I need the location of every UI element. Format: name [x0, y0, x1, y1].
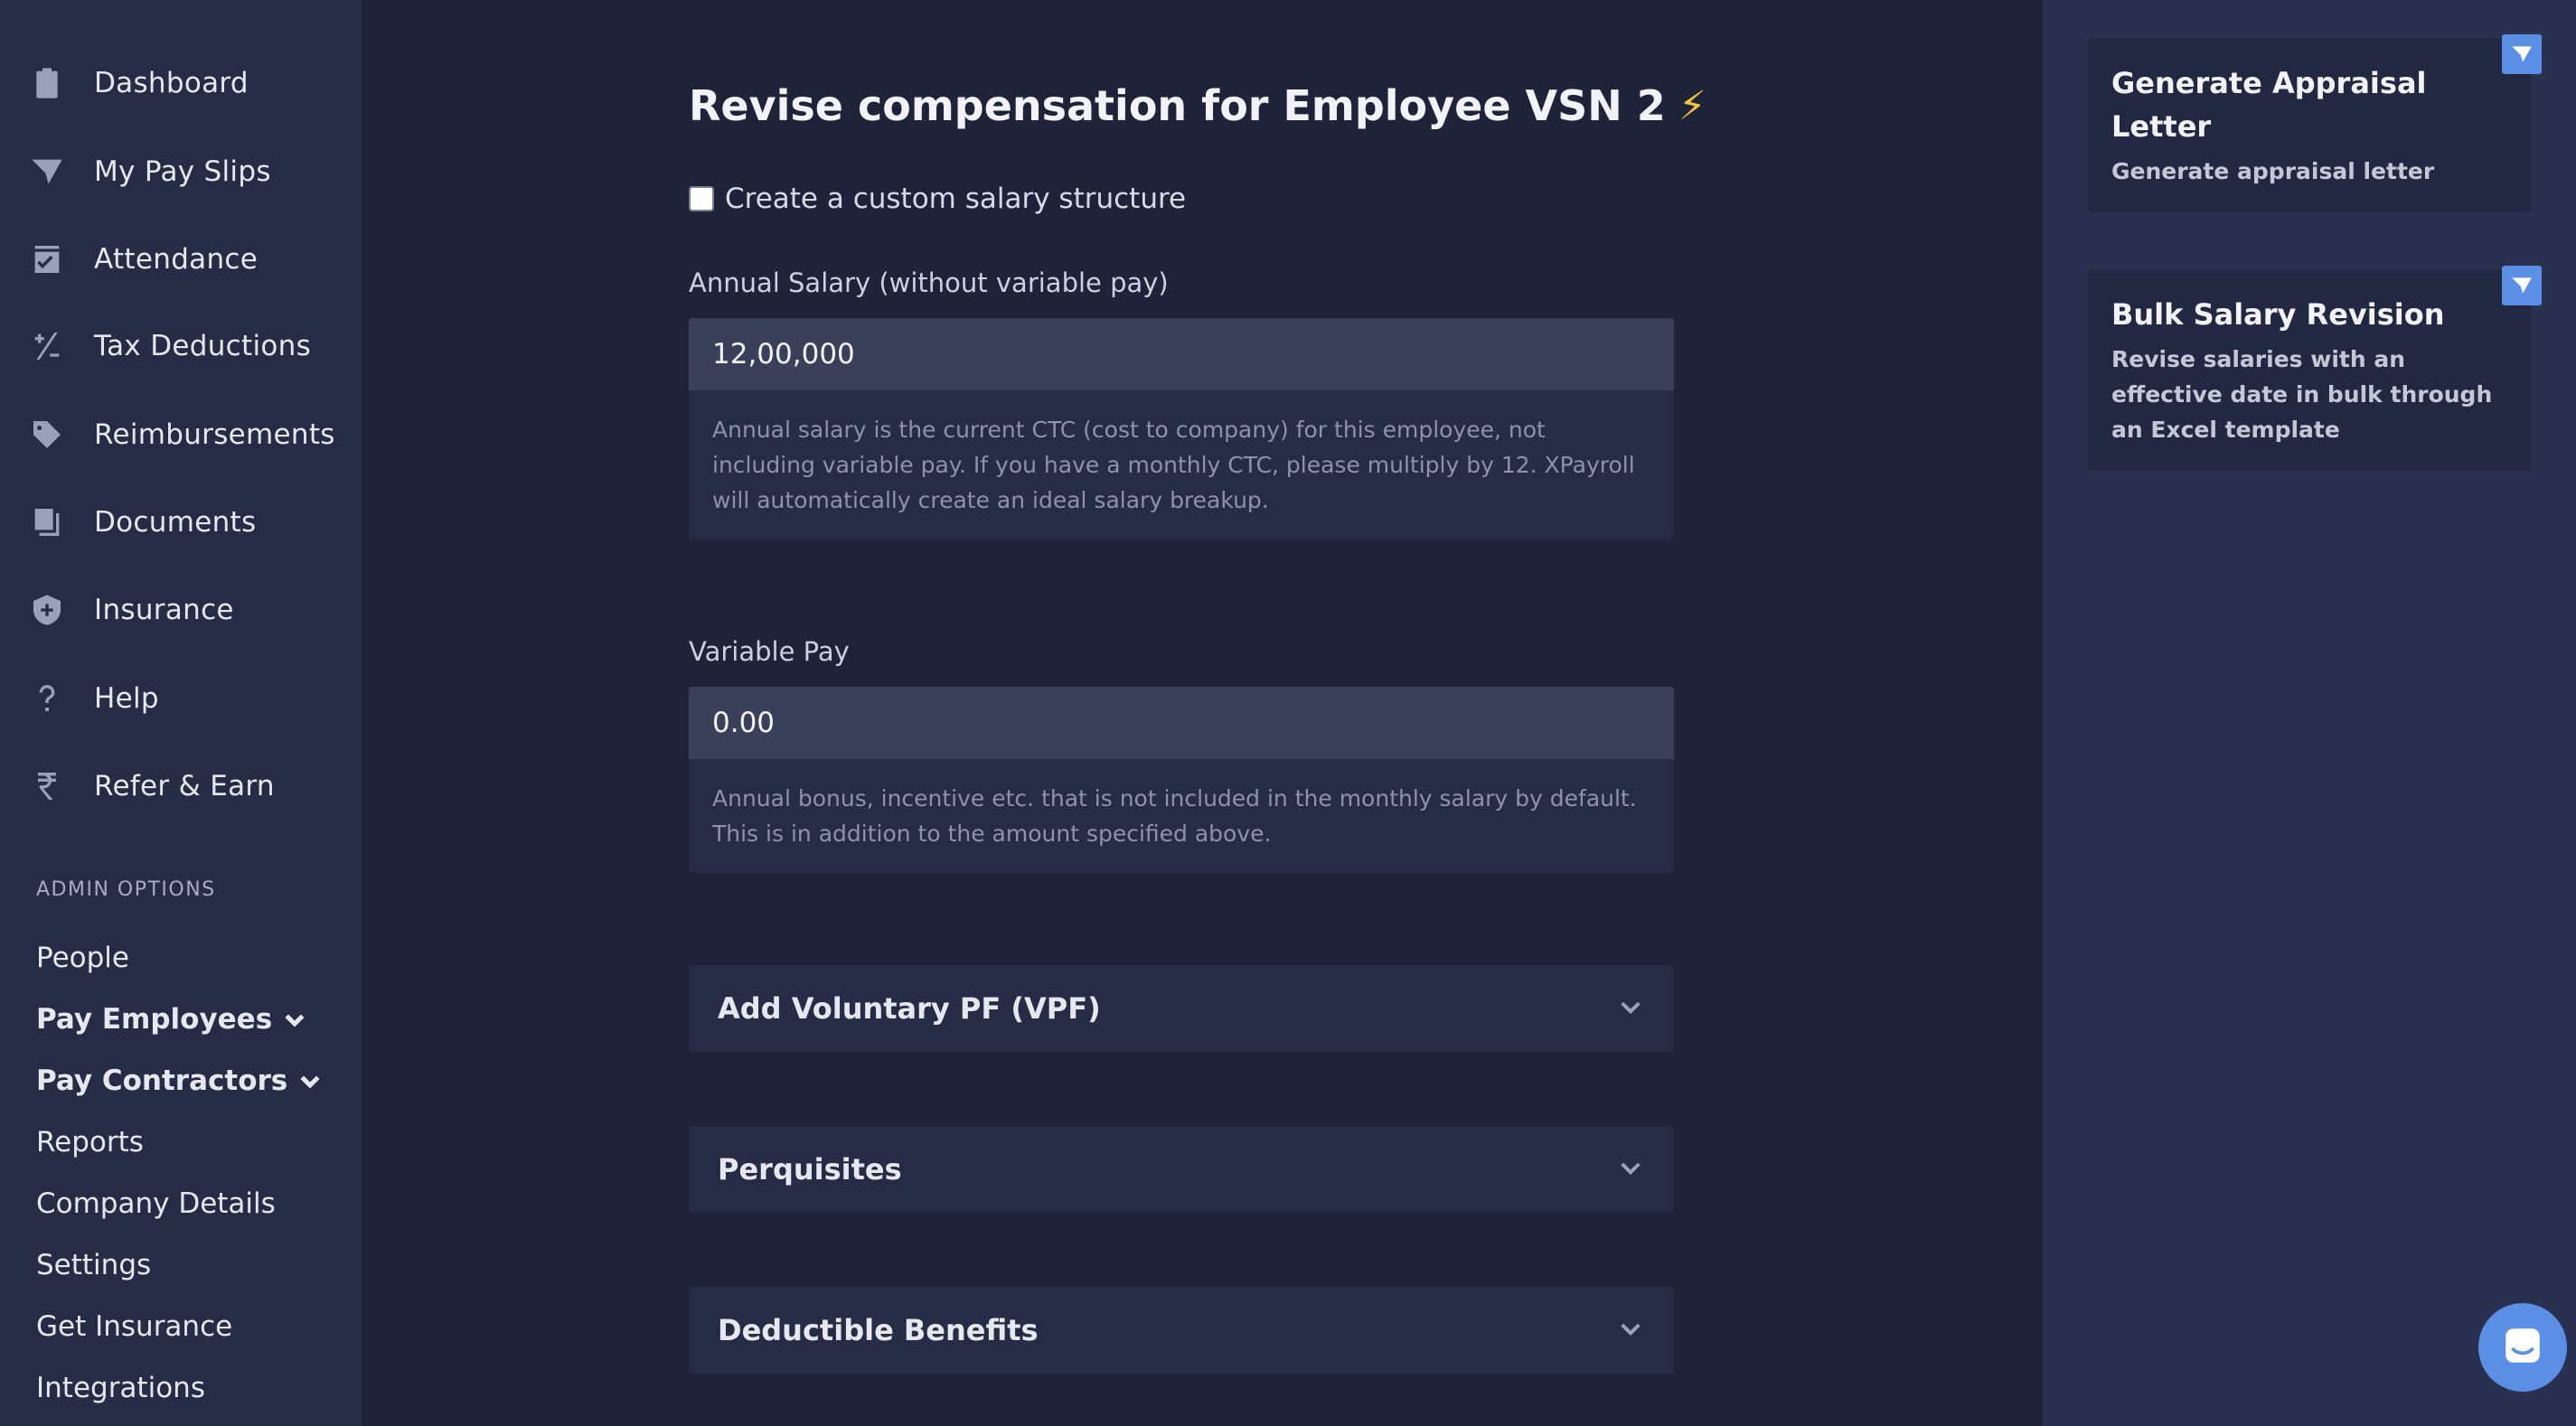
sidebar: Dashboard My Pay Slips Attendance Tax De…: [0, 0, 362, 1426]
sidebar-item-reimbursements[interactable]: Reimbursements: [25, 408, 351, 462]
admin-item-company-details[interactable]: Company Details: [36, 1187, 276, 1220]
annual-salary-label: Annual Salary (without variable pay): [689, 267, 1169, 298]
calendar-check-icon: [25, 238, 69, 281]
paper-plane-icon: [2502, 266, 2542, 305]
accordion-vpf[interactable]: Add Voluntary PF (VPF): [689, 965, 1674, 1052]
shield-plus-icon: [25, 588, 69, 632]
admin-item-reports[interactable]: Reports: [36, 1126, 144, 1159]
rupee-icon: [25, 765, 69, 808]
chevron-down-icon: [281, 1006, 308, 1033]
admin-item-label: Company Details: [36, 1187, 276, 1220]
accordion-label: Deductible Benefits: [718, 1313, 1039, 1347]
admin-item-people[interactable]: People: [36, 942, 129, 974]
admin-item-label: Settings: [36, 1249, 152, 1281]
sidebar-item-my-pay-slips[interactable]: My Pay Slips: [25, 145, 351, 199]
sidebar-item-attendance[interactable]: Attendance: [25, 232, 351, 286]
clipboard-icon: [25, 61, 69, 105]
chevron-down-icon: [296, 1067, 324, 1094]
sidebar-item-label: Attendance: [94, 243, 259, 276]
card-subtitle: Generate appraisal letter: [2111, 158, 2435, 184]
paper-plane-icon: [25, 150, 69, 193]
admin-item-label: Pay Contractors: [36, 1065, 288, 1097]
annual-salary-input[interactable]: 12,00,000: [689, 318, 1674, 390]
chat-launcher-button[interactable]: [2478, 1303, 2567, 1392]
admin-item-pay-employees[interactable]: Pay Employees: [36, 1003, 308, 1036]
custom-structure-label[interactable]: Create a custom salary structure: [725, 183, 1186, 215]
sidebar-item-label: Help: [94, 682, 159, 715]
custom-structure-row[interactable]: Create a custom salary structure: [689, 183, 1186, 215]
sidebar-item-dashboard[interactable]: Dashboard: [25, 56, 351, 110]
admin-item-pay-contractors[interactable]: Pay Contractors: [36, 1065, 324, 1097]
sidebar-item-label: Refer & Earn: [94, 770, 275, 802]
card-subtitle: Revise salaries with an effective date i…: [2111, 346, 2493, 443]
question-icon: [25, 677, 69, 720]
sidebar-item-label: Tax Deductions: [94, 330, 312, 362]
app-root: Dashboard My Pay Slips Attendance Tax De…: [0, 0, 2576, 1426]
sidebar-item-label: Insurance: [94, 594, 234, 626]
generate-appraisal-letter-card[interactable]: Generate Appraisal Letter Generate appra…: [2088, 34, 2542, 212]
card-title: Bulk Salary Revision: [2111, 297, 2445, 332]
sidebar-item-label: Dashboard: [94, 67, 249, 99]
documents-icon: [25, 501, 69, 544]
sidebar-item-label: Documents: [94, 506, 257, 539]
bulk-salary-revision-card[interactable]: Bulk Salary Revision Revise salaries wit…: [2088, 266, 2542, 471]
admin-item-label: Reports: [36, 1126, 144, 1159]
variable-pay-field: 0.00 Annual bonus, incentive etc. that i…: [689, 687, 1674, 873]
sidebar-item-refer-earn[interactable]: Refer & Earn: [25, 759, 351, 813]
accordion-deductible-benefits[interactable]: Deductible Benefits: [689, 1287, 1674, 1374]
page-title-text: Revise compensation for Employee VSN 2: [689, 81, 1666, 130]
sidebar-item-tax-deductions[interactable]: Tax Deductions: [25, 319, 351, 373]
admin-item-label: Pay Employees: [36, 1003, 273, 1036]
chat-icon: [2500, 1323, 2545, 1372]
sidebar-item-label: Reimbursements: [94, 418, 335, 451]
custom-structure-checkbox[interactable]: [689, 186, 714, 211]
admin-item-label: Get Insurance: [36, 1310, 233, 1343]
paper-plane-icon: [2502, 34, 2542, 74]
admin-options-heading: ADMIN OPTIONS: [36, 878, 216, 901]
accordion-label: Perquisites: [718, 1152, 902, 1187]
annual-salary-field: 12,00,000 Annual salary is the current C…: [689, 318, 1674, 539]
annual-salary-help: Annual salary is the current CTC (cost t…: [712, 417, 1635, 513]
chevron-down-icon: [1616, 992, 1645, 1025]
main-content: Revise compensation for Employee VSN 2 ⚡…: [362, 0, 2043, 1426]
admin-item-settings[interactable]: Settings: [36, 1249, 151, 1281]
lightning-icon: ⚡: [1678, 82, 1706, 129]
sidebar-item-help[interactable]: Help: [25, 671, 351, 726]
plus-minus-icon: [25, 324, 69, 368]
tag-icon: [25, 413, 69, 456]
accordion-perquisites[interactable]: Perquisites: [689, 1126, 1674, 1213]
admin-item-label: People: [36, 942, 129, 974]
admin-item-integrations[interactable]: Integrations: [36, 1372, 205, 1404]
page-title: Revise compensation for Employee VSN 2 ⚡: [689, 81, 1706, 130]
sidebar-item-documents[interactable]: Documents: [25, 495, 351, 549]
variable-pay-help: Annual bonus, incentive etc. that is not…: [712, 785, 1637, 847]
right-panel: Generate Appraisal Letter Generate appra…: [2043, 0, 2576, 1426]
accordion-label: Add Voluntary PF (VPF): [718, 991, 1101, 1026]
admin-item-get-insurance[interactable]: Get Insurance: [36, 1310, 232, 1343]
chevron-down-icon: [1616, 1153, 1645, 1186]
admin-item-label: Integrations: [36, 1372, 205, 1404]
variable-pay-input[interactable]: 0.00: [689, 687, 1674, 759]
sidebar-item-insurance[interactable]: Insurance: [25, 583, 351, 637]
card-title: Generate Appraisal Letter: [2111, 66, 2427, 144]
chevron-down-icon: [1616, 1314, 1645, 1346]
variable-pay-label: Variable Pay: [689, 636, 850, 667]
sidebar-item-label: My Pay Slips: [94, 155, 271, 188]
